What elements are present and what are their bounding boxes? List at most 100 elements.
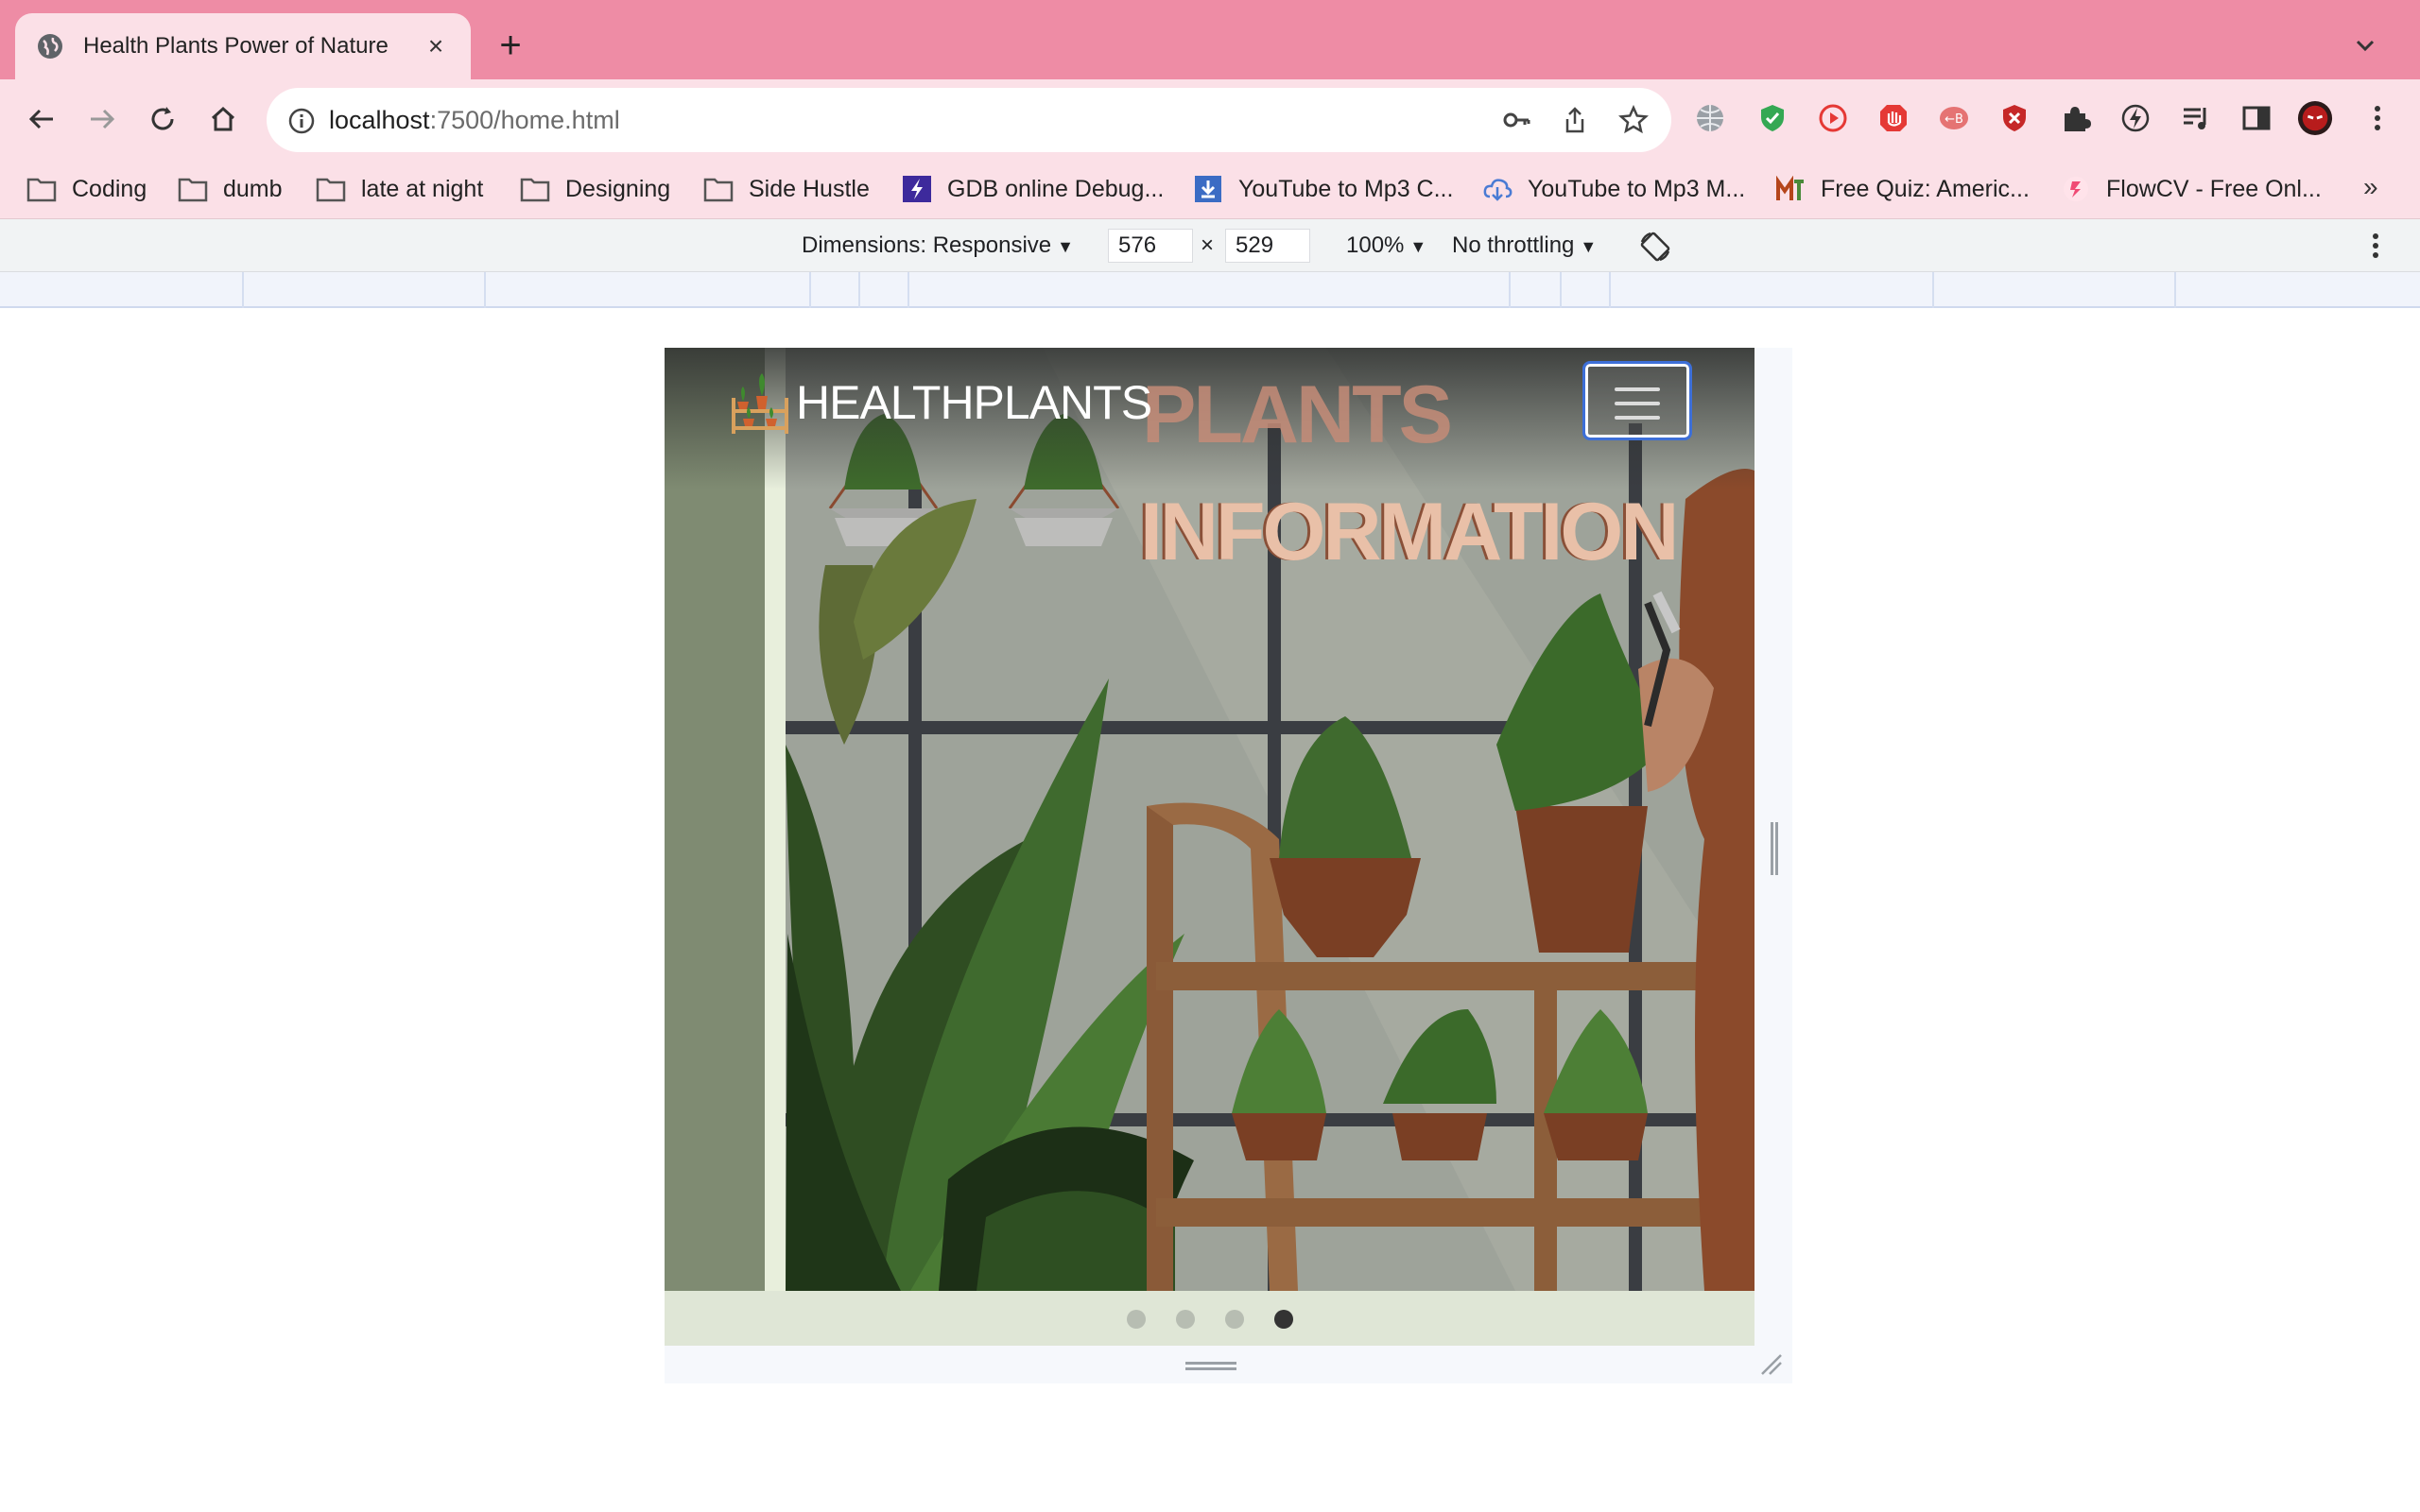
share-icon[interactable]	[1560, 105, 1590, 135]
hero-title-information: INFORMATION	[1140, 487, 1679, 577]
shield-extension-icon[interactable]	[1754, 100, 1790, 136]
bookmark-label: Free Quiz: Americ...	[1821, 175, 2030, 202]
width-input[interactable]: 576	[1108, 229, 1193, 263]
profile-avatar[interactable]	[2297, 100, 2333, 136]
youtube-extension-icon[interactable]	[1815, 100, 1851, 136]
throttling-dropdown[interactable]: No throttling ▼	[1452, 219, 1597, 272]
corner-resize-handle[interactable]	[1760, 1353, 1783, 1376]
navbar-brand[interactable]: HEALTHPLANTS	[728, 373, 1152, 434]
performance-icon[interactable]	[2118, 100, 2153, 136]
bookmark-gdb-online[interactable]: GDB online Debug...	[902, 170, 1164, 208]
gdb-icon	[903, 176, 931, 202]
carousel-indicator-4[interactable]	[1274, 1310, 1293, 1329]
tab-close-icon[interactable]: ×	[422, 31, 450, 60]
ruler-tick	[908, 272, 909, 308]
back-arrow-icon	[28, 109, 53, 129]
rotate-icon[interactable]	[1637, 229, 1673, 265]
ruler-tick	[1609, 272, 1611, 308]
tab-strip: Health Plants Power of Nature × +	[0, 0, 2420, 79]
key-icon[interactable]	[1501, 105, 1531, 135]
home-button[interactable]	[202, 98, 244, 140]
url-host: localhost	[329, 106, 430, 134]
carousel-indicator-2[interactable]	[1176, 1310, 1195, 1329]
folder-icon	[26, 178, 57, 202]
carousel-indicator-3[interactable]	[1225, 1310, 1244, 1329]
throttling-label: No throttling	[1452, 232, 1575, 258]
bookmark-label: FlowCV - Free Onl...	[2106, 175, 2322, 202]
url-text: localhost:7500/home.html	[329, 88, 620, 152]
cloud-download-icon	[1483, 179, 1512, 201]
brand-name: HEALTHPLANTS	[796, 376, 1152, 429]
svg-text:←B: ←B	[1945, 112, 1963, 127]
flowcv-icon	[2064, 177, 2088, 201]
dimensions-label: Dimensions: Responsive	[802, 232, 1052, 258]
translate-extension-icon[interactable]	[1692, 100, 1728, 136]
new-tab-button[interactable]: +	[492, 26, 529, 64]
browser-menu-icon[interactable]	[2360, 100, 2395, 136]
height-input[interactable]: 529	[1225, 229, 1310, 263]
bookmark-youtube-mp3-m[interactable]: YouTube to Mp3 M...	[1482, 170, 1745, 208]
bookmark-youtube-mp3-c[interactable]: YouTube to Mp3 C...	[1193, 170, 1453, 208]
dimensions-dropdown[interactable]: Dimensions: Responsive ▼	[802, 219, 1074, 272]
hamburger-icon	[1615, 402, 1660, 405]
dropdown-caret-icon: ▼	[1057, 237, 1074, 256]
bookmarks-bar: Coding dumb late at night Designing Side…	[0, 159, 2420, 219]
forward-button[interactable]	[81, 98, 123, 140]
media-queue-icon[interactable]	[2178, 100, 2214, 136]
bookmark-label: YouTube to Mp3 M...	[1528, 175, 1746, 202]
site-info-icon[interactable]	[287, 107, 316, 135]
ruler-tick	[1932, 272, 1934, 308]
folder-icon	[703, 178, 734, 202]
bookmark-label: GDB online Debug...	[947, 175, 1165, 202]
shield-x-extension-icon[interactable]	[1996, 100, 2032, 136]
bookmark-label: Coding	[72, 175, 147, 202]
hamburger-icon	[1615, 416, 1660, 420]
side-panel-icon[interactable]	[2238, 100, 2274, 136]
bookmark-folder-designing[interactable]: Designing	[520, 170, 670, 208]
ruler-tick	[1509, 272, 1511, 308]
address-bar[interactable]: localhost:7500/home.html	[267, 88, 1671, 152]
navbar-toggler-button[interactable]	[1582, 361, 1692, 440]
folder-icon	[316, 178, 346, 202]
browser-toolbar: localhost:7500/home.html ←B	[0, 79, 2420, 159]
adblock-hand-icon[interactable]	[1876, 100, 1911, 136]
tab-search-chevron-icon[interactable]	[2348, 28, 2382, 62]
carousel-indicators	[665, 1291, 1754, 1346]
bookmark-folder-side-hustle[interactable]: Side Hustle	[703, 170, 870, 208]
hero-title-plants: PLANTS	[1142, 369, 1453, 460]
bookmark-flowcv[interactable]: FlowCV - Free Onl...	[2061, 170, 2322, 208]
folder-icon	[178, 178, 208, 202]
bookmark-star-icon[interactable]	[1618, 105, 1649, 135]
ruler-tick	[2174, 272, 2176, 308]
bookmark-label: YouTube to Mp3 C...	[1238, 175, 1454, 202]
ruler-tick	[809, 272, 811, 308]
bookmark-label: dumb	[223, 175, 283, 202]
url-path: :7500/home.html	[429, 106, 620, 134]
ruler-tick	[858, 272, 860, 308]
reload-icon	[151, 107, 174, 130]
bookmark-folder-coding[interactable]: Coding	[26, 170, 147, 208]
folder-icon	[520, 178, 550, 202]
carousel-indicator-1[interactable]	[1127, 1310, 1146, 1329]
home-icon	[211, 106, 235, 131]
ruler-tick	[484, 272, 486, 308]
right-resize-handle[interactable]	[1770, 822, 1779, 875]
extensions-puzzle-icon[interactable]	[2057, 100, 2093, 136]
reload-button[interactable]	[142, 98, 183, 140]
bookmarks-overflow-chevron-icon[interactable]: »	[2363, 172, 2378, 202]
active-tab[interactable]: Health Plants Power of Nature ×	[15, 13, 471, 79]
bookmark-free-quiz[interactable]: Free Quiz: Americ...	[1775, 170, 2030, 208]
bottom-resize-handle[interactable]	[1185, 1361, 1236, 1372]
globe-icon	[38, 34, 62, 59]
device-toolbar-menu-icon[interactable]	[2360, 229, 2392, 263]
bookmark-folder-dumb[interactable]: dumb	[178, 170, 283, 208]
back-button[interactable]	[21, 98, 62, 140]
plant-shelf-logo-icon	[732, 373, 788, 434]
responsive-viewport: PLANTS INFORMATION HEALTHPLANTS	[0, 308, 2420, 1512]
ruler-tick	[242, 272, 244, 308]
bookmark-folder-late-at-night[interactable]: late at night	[316, 170, 483, 208]
quiz-icon	[1776, 176, 1804, 200]
ruler-tick	[1560, 272, 1562, 308]
zoom-dropdown[interactable]: 100% ▼	[1346, 219, 1426, 272]
block-extension-icon[interactable]: ←B	[1936, 100, 1972, 136]
